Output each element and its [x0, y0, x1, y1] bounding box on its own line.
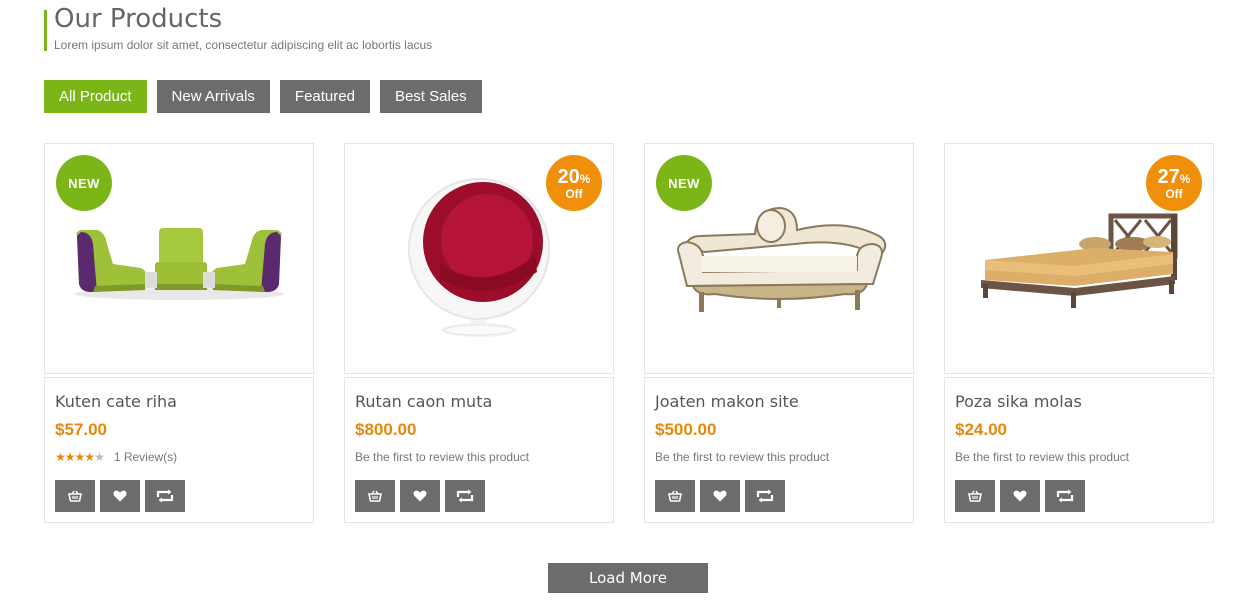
compare-button[interactable]: [445, 480, 485, 512]
review-count[interactable]: 1 Review(s): [114, 450, 177, 464]
tab-new-arrivals[interactable]: New Arrivals: [156, 80, 270, 113]
product-card: 20% Off Rutan caon muta $800.00 Be the f…: [344, 143, 614, 523]
basket-icon: [368, 490, 382, 502]
new-badge: NEW: [56, 155, 112, 211]
product-actions: [55, 480, 303, 512]
product-grid: NEW Kuten cate riha $57.00 ★ ★ ★ ★ ★ 1 R…: [44, 143, 1214, 523]
basket-icon: [68, 490, 82, 502]
product-image-box[interactable]: NEW: [644, 143, 914, 374]
discount-badge: 20% Off: [546, 155, 602, 211]
add-to-cart-button[interactable]: [955, 480, 995, 512]
discount-percent: 20%: [557, 165, 591, 188]
star-empty-icon: ★: [94, 450, 105, 464]
first-review-link[interactable]: Be the first to review this product: [955, 450, 1129, 464]
product-name[interactable]: Poza sika molas: [955, 392, 1203, 411]
tab-all-product[interactable]: All Product: [44, 80, 147, 113]
load-more-button[interactable]: Load More: [548, 563, 708, 593]
star-icon: ★: [55, 450, 66, 464]
star-icon: ★: [74, 450, 86, 464]
compare-icon: [1056, 489, 1074, 503]
heart-icon: [1013, 490, 1027, 502]
product-info: Kuten cate riha $57.00 ★ ★ ★ ★ ★ 1 Revie…: [44, 377, 314, 523]
product-actions: [355, 480, 603, 512]
compare-button[interactable]: [145, 480, 185, 512]
product-price: $24.00: [955, 420, 1007, 439]
first-review-link[interactable]: Be the first to review this product: [355, 450, 529, 464]
product-image-box[interactable]: NEW: [44, 143, 314, 374]
product-price: $57.00: [55, 420, 107, 439]
discount-percent: 27%: [1157, 165, 1191, 188]
compare-icon: [156, 489, 174, 503]
product-price: $500.00: [655, 420, 717, 439]
page-title: Our Products: [54, 4, 223, 34]
review-line: Be the first to review this product: [655, 450, 903, 464]
heart-icon: [713, 490, 727, 502]
product-card: NEW Kuten cate riha $57.00 ★ ★ ★ ★ ★ 1 R…: [44, 143, 314, 523]
wishlist-button[interactable]: [100, 480, 140, 512]
tab-featured[interactable]: Featured: [279, 80, 370, 113]
new-badge: NEW: [656, 155, 712, 211]
compare-button[interactable]: [745, 480, 785, 512]
product-name[interactable]: Kuten cate riha: [55, 392, 303, 411]
product-card: NEW Joaten makon site $500.00 Be the fir…: [644, 143, 914, 523]
product-name[interactable]: Joaten makon site: [655, 392, 903, 411]
product-price: $800.00: [355, 420, 417, 439]
product-image-box[interactable]: 27% Off: [944, 143, 1214, 374]
compare-icon: [456, 489, 474, 503]
review-line: Be the first to review this product: [355, 450, 603, 464]
star-icon: ★: [84, 450, 95, 464]
compare-button[interactable]: [1045, 480, 1085, 512]
wishlist-button[interactable]: [400, 480, 440, 512]
add-to-cart-button[interactable]: [655, 480, 695, 512]
product-actions: [655, 480, 903, 512]
basket-icon: [968, 490, 982, 502]
product-actions: [955, 480, 1203, 512]
add-to-cart-button[interactable]: [355, 480, 395, 512]
review-line: Be the first to review this product: [955, 450, 1203, 464]
compare-icon: [756, 489, 774, 503]
wishlist-button[interactable]: [700, 480, 740, 512]
first-review-link[interactable]: Be the first to review this product: [655, 450, 829, 464]
discount-off-label: Off: [565, 186, 583, 201]
tab-best-sales[interactable]: Best Sales: [379, 80, 482, 113]
page-subtitle: Lorem ipsum dolor sit amet, consectetur …: [54, 38, 433, 52]
product-image-box[interactable]: 20% Off: [344, 143, 614, 374]
product-info: Rutan caon muta $800.00 Be the first to …: [344, 377, 614, 523]
basket-icon: [668, 490, 682, 502]
section-header: Our Products Lorem ipsum dolor sit amet,…: [44, 4, 433, 52]
product-info: Joaten makon site $500.00 Be the first t…: [644, 377, 914, 523]
product-card: 27% Off Poza sika molas $24.00 Be the fi…: [944, 143, 1214, 523]
star-icon: ★: [64, 450, 76, 464]
review-line: ★ ★ ★ ★ ★ 1 Review(s): [55, 450, 303, 464]
product-info: Poza sika molas $24.00 Be the first to r…: [944, 377, 1214, 523]
product-name[interactable]: Rutan caon muta: [355, 392, 603, 411]
wishlist-button[interactable]: [1000, 480, 1040, 512]
filter-tabs: All Product New Arrivals Featured Best S…: [44, 80, 482, 113]
rating-stars: ★ ★ ★ ★ ★: [55, 450, 105, 464]
heart-icon: [113, 490, 127, 502]
discount-off-label: Off: [1165, 186, 1183, 201]
add-to-cart-button[interactable]: [55, 480, 95, 512]
heart-icon: [413, 490, 427, 502]
discount-badge: 27% Off: [1146, 155, 1202, 211]
